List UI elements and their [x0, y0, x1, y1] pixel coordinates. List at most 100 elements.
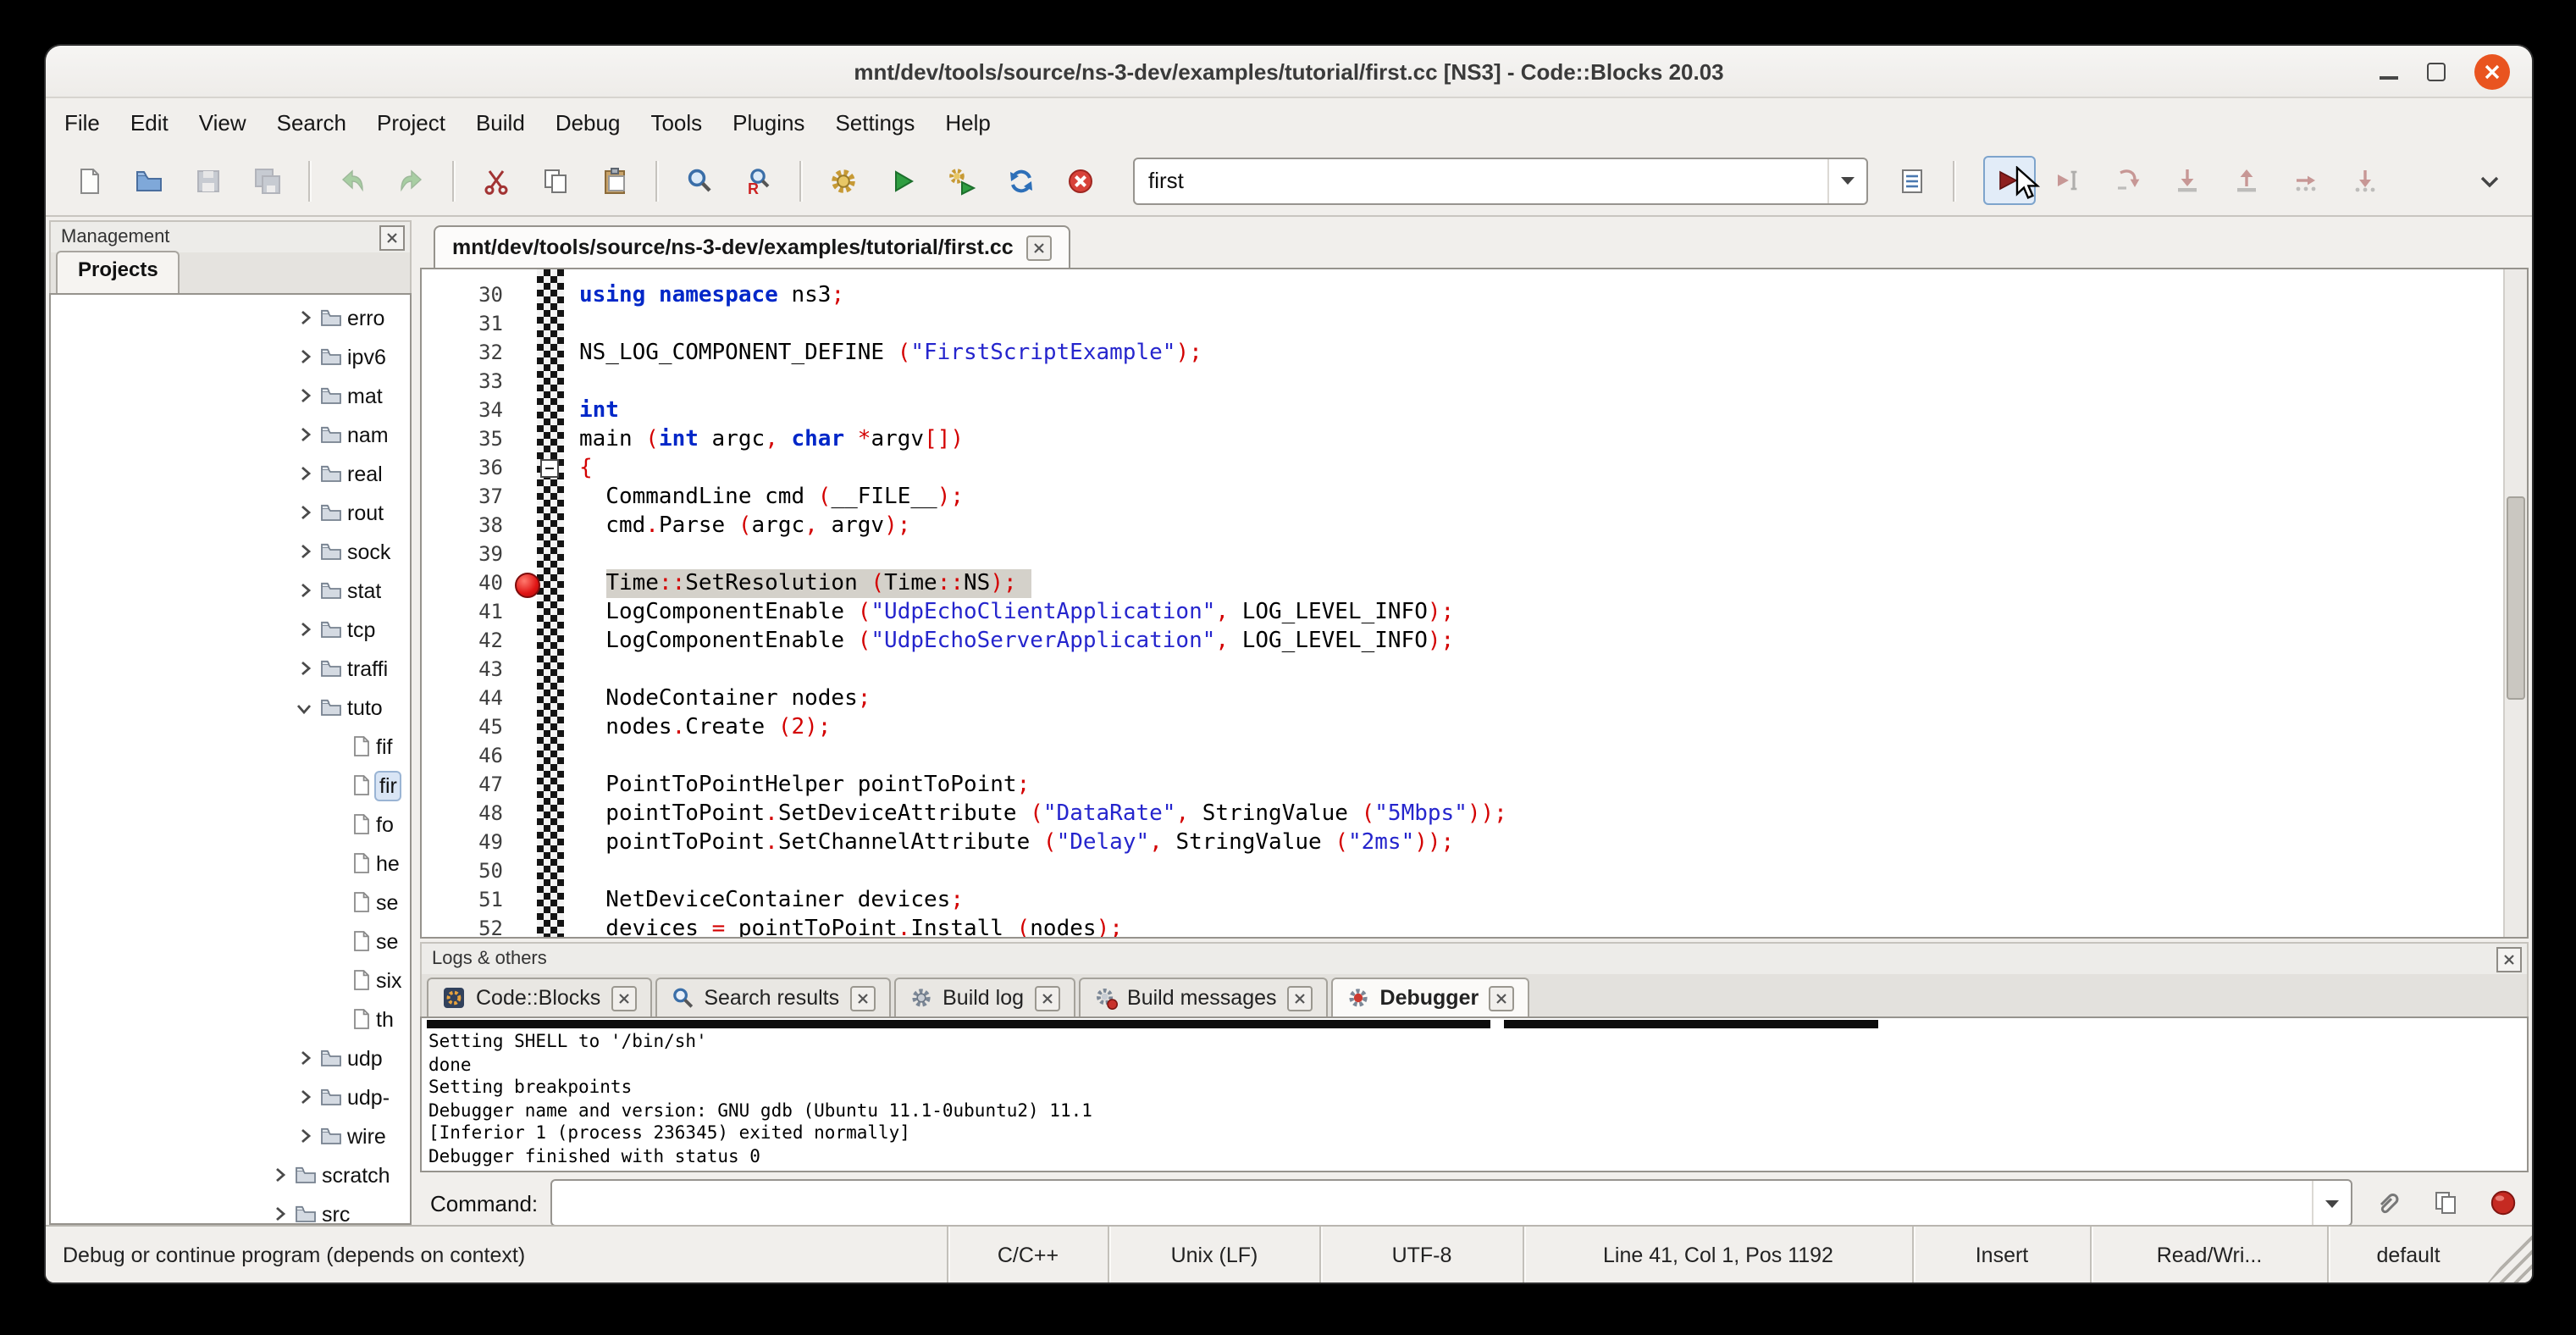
tree-item-mat[interactable]: mat: [51, 376, 410, 415]
breakpoint-margin[interactable]: [520, 771, 537, 800]
tree-item-nam[interactable]: nam: [51, 415, 410, 454]
tab-close-button[interactable]: [1287, 985, 1313, 1011]
tree-item-rout[interactable]: rout: [51, 493, 410, 532]
debug-continue-button[interactable]: [1983, 156, 2036, 205]
line-number[interactable]: 50: [422, 857, 520, 886]
search-combo-dropdown[interactable]: [1827, 158, 1866, 202]
logs-tab-search-results[interactable]: Search results: [655, 978, 890, 1016]
tab-close-button[interactable]: [1034, 985, 1059, 1011]
line-number[interactable]: 34: [422, 396, 520, 425]
scrollbar-thumb[interactable]: [2507, 496, 2525, 700]
chevron-right-icon[interactable]: [296, 621, 313, 638]
chevron-right-icon[interactable]: [296, 504, 313, 521]
copy-button[interactable]: [528, 156, 581, 205]
run-to-cursor-button[interactable]: [2043, 156, 2095, 205]
tree-item-sock[interactable]: sock: [51, 532, 410, 571]
command-input[interactable]: [551, 1190, 2312, 1216]
line-number[interactable]: 32: [422, 339, 520, 368]
breakpoint-margin[interactable]: [520, 598, 537, 627]
tree-item-stat[interactable]: stat: [51, 571, 410, 610]
build-button[interactable]: [816, 156, 869, 205]
tree-item-th[interactable]: th: [51, 1000, 410, 1039]
tab-projects[interactable]: Projects: [56, 251, 180, 293]
breakpoint-marker[interactable]: [515, 573, 540, 598]
rebuild-button[interactable]: [994, 156, 1047, 205]
breakpoint-margin[interactable]: [520, 684, 537, 713]
save-button[interactable]: [181, 156, 234, 205]
step-out-button[interactable]: [2220, 156, 2273, 205]
tree-item-fo[interactable]: fo: [51, 805, 410, 844]
breakpoint-margin[interactable]: [520, 368, 537, 396]
breakpoint-margin[interactable]: [520, 828, 537, 857]
editor-tab-close-button[interactable]: [1027, 235, 1053, 260]
line-number[interactable]: 48: [422, 800, 520, 828]
logs-tab-code-blocks[interactable]: Code::Blocks: [427, 978, 651, 1016]
abort-build-button[interactable]: [1053, 156, 1106, 205]
line-number[interactable]: 31: [422, 310, 520, 339]
chevron-right-icon[interactable]: [296, 1088, 313, 1105]
find-button[interactable]: [672, 156, 725, 205]
breakpoint-margin[interactable]: [520, 483, 537, 512]
tree-item-udp[interactable]: udp: [51, 1039, 410, 1077]
close-button[interactable]: [2474, 53, 2510, 89]
logs-tab-build-messages[interactable]: Build messages: [1078, 978, 1328, 1016]
line-number[interactable]: 44: [422, 684, 520, 713]
breakpoint-margin[interactable]: [520, 396, 537, 425]
debugger-log[interactable]: Setting SHELL to '/bin/sh'doneSetting br…: [420, 1016, 2529, 1172]
step-into-button[interactable]: [2161, 156, 2214, 205]
new-file-button[interactable]: [63, 156, 115, 205]
line-number[interactable]: 40: [422, 569, 520, 598]
breakpoint-margin[interactable]: [520, 281, 537, 310]
tree-item-real[interactable]: real: [51, 454, 410, 493]
breakpoint-margin[interactable]: [520, 656, 537, 684]
tree-item-tuto[interactable]: tuto: [51, 688, 410, 727]
menu-search[interactable]: Search: [262, 102, 362, 141]
menu-project[interactable]: Project: [362, 102, 461, 141]
minimize-button[interactable]: [2380, 64, 2398, 79]
breakpoint-margin[interactable]: [520, 742, 537, 771]
tree-item-six[interactable]: six: [51, 961, 410, 1000]
line-number[interactable]: 30: [422, 281, 520, 310]
chevron-right-icon[interactable]: [296, 660, 313, 677]
breakpoint-margin[interactable]: [520, 425, 537, 454]
editor-tab-first-cc[interactable]: mnt/dev/tools/source/ns-3-dev/examples/t…: [434, 225, 1071, 268]
save-all-button[interactable]: [240, 156, 293, 205]
editor-vertical-scrollbar[interactable]: [2503, 269, 2527, 937]
breakpoint-margin[interactable]: [520, 540, 537, 569]
chevron-down-icon[interactable]: [296, 699, 313, 716]
panel-splitter[interactable]: [412, 220, 420, 1225]
incremental-search-button[interactable]: [1885, 156, 1938, 205]
menu-build[interactable]: Build: [461, 102, 540, 141]
chevron-right-icon[interactable]: [296, 1127, 313, 1144]
stop-debugger-button[interactable]: [2479, 1180, 2525, 1226]
breakpoint-margin[interactable]: [520, 512, 537, 540]
resize-grip[interactable]: [2488, 1227, 2532, 1282]
tree-item-fif[interactable]: fif: [51, 727, 410, 766]
code-editor[interactable]: 30using namespace ns3;3132NS_LOG_COMPONE…: [420, 268, 2529, 939]
line-number[interactable]: 43: [422, 656, 520, 684]
menu-edit[interactable]: Edit: [115, 102, 184, 141]
line-number[interactable]: 38: [422, 512, 520, 540]
tree-item-traffi[interactable]: traffi: [51, 649, 410, 688]
breakpoint-margin[interactable]: [520, 310, 537, 339]
management-close-button[interactable]: [379, 224, 405, 250]
next-line-button[interactable]: [2102, 156, 2154, 205]
line-number[interactable]: 45: [422, 713, 520, 742]
logs-tab-debugger[interactable]: Debugger: [1331, 978, 1530, 1016]
breakpoint-margin[interactable]: [520, 627, 537, 656]
menu-debug[interactable]: Debug: [540, 102, 636, 141]
next-instruction-button[interactable]: [2280, 156, 2332, 205]
chevron-right-icon[interactable]: [296, 543, 313, 560]
search-combo-input[interactable]: [1135, 168, 1827, 193]
tree-item-se[interactable]: se: [51, 883, 410, 922]
chevron-right-icon[interactable]: [296, 465, 313, 482]
chevron-right-icon[interactable]: [271, 1205, 288, 1222]
tree-item-src[interactable]: src: [51, 1194, 410, 1225]
project-tree[interactable]: erroipv6matnamrealroutsockstattcptraffit…: [49, 293, 412, 1225]
menu-file[interactable]: File: [49, 102, 115, 141]
tree-item-scratch[interactable]: scratch: [51, 1155, 410, 1194]
open-file-button[interactable]: [122, 156, 174, 205]
command-dropdown-button[interactable]: [2312, 1181, 2351, 1225]
step-into-instruction-button[interactable]: [2339, 156, 2391, 205]
breakpoint-margin[interactable]: [520, 886, 537, 915]
